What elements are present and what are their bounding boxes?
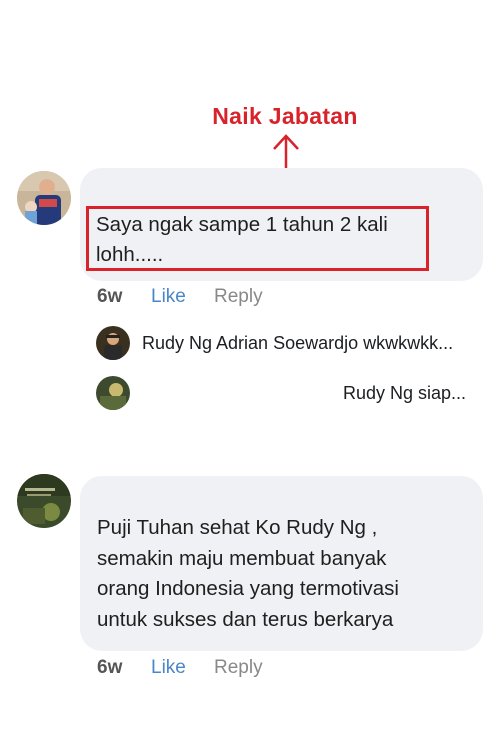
reply-button[interactable]: Reply	[214, 286, 263, 308]
like-button[interactable]: Like	[151, 286, 214, 308]
comment-text-line: Puji Tuhan sehat Ko Rudy Ng ,	[97, 516, 378, 539]
reply-text[interactable]: Rudy Ng siap...	[343, 383, 466, 404]
reply-text[interactable]: Rudy Ng Adrian Soewardjo wkwkwkk...	[142, 333, 453, 354]
comment-time: 6w	[97, 657, 123, 678]
comment-text-line: semakin maju membuat banyak	[97, 546, 387, 570]
avatar[interactable]	[17, 171, 71, 225]
avatar[interactable]	[17, 474, 71, 528]
comment-text-line: untuk sukses dan terus berkarya	[97, 607, 394, 631]
reply-button[interactable]: Reply	[214, 657, 263, 679]
avatar[interactable]	[96, 326, 130, 360]
comment-time: 6w	[97, 286, 123, 307]
comment-text-line: orang Indonesia yang termotivasi	[97, 577, 399, 600]
annotation-title: Naik Jabatan	[212, 103, 358, 129]
comment-actions: 6w Like Reply	[97, 286, 263, 308]
comment-text: Puji Tuhan sehat Ko Rudy Ng , semakin ma…	[97, 513, 467, 635]
highlight-box	[86, 206, 429, 271]
comment-actions: 6w Like Reply	[97, 657, 263, 679]
avatar[interactable]	[96, 376, 130, 410]
like-button[interactable]: Like	[151, 657, 214, 679]
